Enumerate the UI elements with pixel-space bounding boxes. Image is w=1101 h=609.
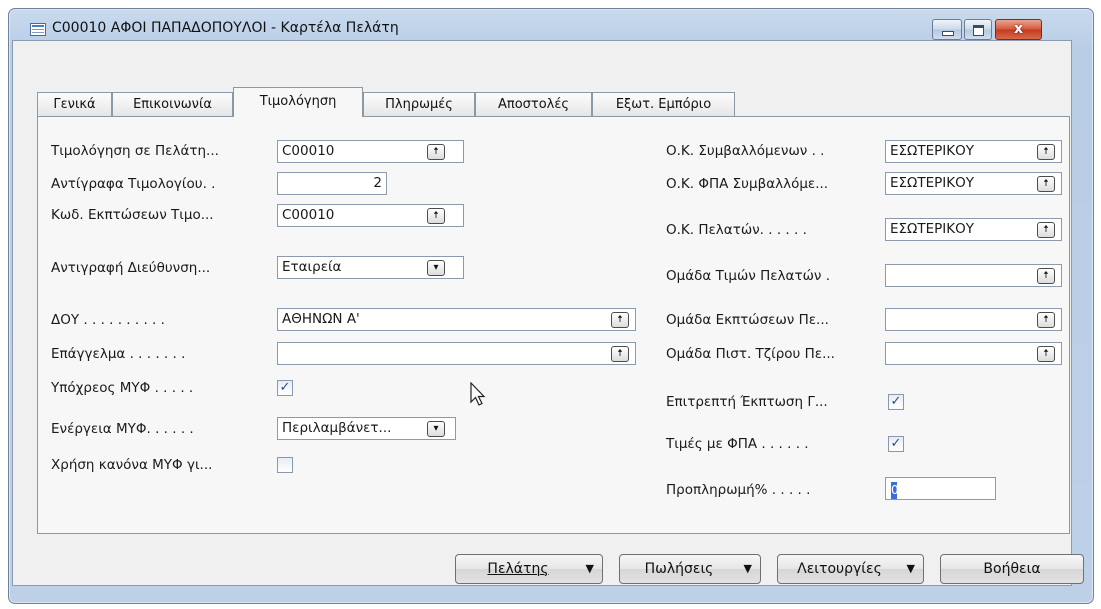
sales-button-label: Πωλήσεις xyxy=(644,561,714,577)
gen-bus-posting-label: Ο.Κ. Συμβαλλόμενων . . xyxy=(666,143,825,159)
down-arrow-icon: ▾ xyxy=(433,262,439,273)
disc-group-label: Ομάδα Εκπτώσεων Πε... xyxy=(666,312,829,328)
tab-invoicing[interactable]: Τιμολόγηση xyxy=(233,87,363,117)
up-arrow-icon: 🠅 xyxy=(617,314,623,325)
up-arrow-icon: 🠅 xyxy=(1043,314,1049,325)
checkmark-icon: ✓ xyxy=(279,380,291,395)
minimize-button[interactable] xyxy=(932,19,962,40)
up-arrow-icon: 🠅 xyxy=(433,146,439,157)
allow-line-disc-label: Επιτρεπτή Έκπτωση Γ... xyxy=(666,394,828,410)
gen-bus-posting-field[interactable]: ΕΣΩΤΕΡΙΚΟΥ xyxy=(885,140,1062,163)
vat-action-label: Ενέργεια ΜΥΦ. . . . . . xyxy=(51,421,194,437)
vat-rule-label: Χρήση κανόνα ΜΥΦ γι... xyxy=(51,457,213,473)
help-button-label: Βοήθεια xyxy=(983,561,1041,577)
up-arrow-icon: 🠅 xyxy=(1043,224,1049,235)
credit-group-label: Ομάδα Πιστ. Τζίρου Πε... xyxy=(666,346,835,362)
disc-group-lookup-button[interactable]: 🠅 xyxy=(1037,312,1055,328)
invoice-disc-code-label: Κωδ. Εκπτώσεων Τιμο... xyxy=(51,207,214,223)
vat-bus-posting-label: Ο.Κ. ΦΠΑ Συμβαλλόμε... xyxy=(666,176,829,192)
profession-field[interactable] xyxy=(277,342,636,365)
credit-group-field[interactable] xyxy=(885,342,1062,365)
credit-group-lookup-button[interactable]: 🠅 xyxy=(1037,346,1055,362)
tax-office-field[interactable]: ΑΘΗΝΩΝ Α' xyxy=(277,308,636,331)
gen-bus-posting-lookup-button[interactable]: 🠅 xyxy=(1037,144,1055,160)
prepayment-label: Προπληρωμή% . . . . . xyxy=(666,482,811,498)
price-group-field[interactable] xyxy=(885,264,1062,287)
up-arrow-icon: 🠅 xyxy=(1043,348,1049,359)
prepayment-value-selection[interactable]: 0 xyxy=(891,482,899,499)
vat-rule-checkbox[interactable] xyxy=(277,457,293,473)
down-arrow-icon: ▾ xyxy=(433,423,439,434)
invoice-copies-label: Αντίγραφα Τιμολογίου. . xyxy=(51,176,216,192)
vat-action-dropdown-button[interactable]: ▾ xyxy=(427,421,445,437)
customer-posting-label: Ο.Κ. Πελατών. . . . . . xyxy=(666,222,807,238)
mouse-pointer-icon xyxy=(470,382,486,406)
maximize-button[interactable] xyxy=(964,19,992,40)
prices-incl-vat-label: Τιμές με ΦΠΑ . . . . . . xyxy=(666,436,809,452)
invoice-disc-lookup-button[interactable]: 🠅 xyxy=(427,208,445,224)
vat-liable-label: Υπόχρεος ΜΥΦ . . . . . xyxy=(51,380,194,396)
tax-office-lookup-button[interactable]: 🠅 xyxy=(611,312,629,328)
up-arrow-icon: 🠅 xyxy=(1043,178,1049,189)
copy-address-dropdown-button[interactable]: ▾ xyxy=(427,260,445,276)
tab-payments[interactable]: Πληρωμές xyxy=(363,92,475,117)
up-arrow-icon: 🠅 xyxy=(617,348,623,359)
price-group-lookup-button[interactable]: 🠅 xyxy=(1037,268,1055,284)
invoice-copies-field[interactable]: 2 xyxy=(277,172,387,195)
tab-general[interactable]: Γενικά xyxy=(37,92,112,117)
vat-bus-posting-field[interactable]: ΕΣΩΤΕΡΙΚΟΥ xyxy=(885,172,1062,195)
customer-button-label: Πελάτης xyxy=(487,561,549,577)
bill-to-lookup-button[interactable]: 🠅 xyxy=(427,144,445,160)
vat-liable-checkbox[interactable]: ✓ xyxy=(277,380,293,396)
checkmark-icon: ✓ xyxy=(890,436,902,451)
customer-posting-field[interactable]: ΕΣΩΤΕΡΙΚΟΥ xyxy=(885,218,1062,241)
up-arrow-icon: 🠅 xyxy=(1043,270,1049,281)
prices-incl-vat-checkbox[interactable]: ✓ xyxy=(888,436,904,452)
prepayment-field[interactable] xyxy=(885,477,996,500)
chevron-down-icon: ▼ xyxy=(906,562,915,575)
sales-menu-button[interactable]: Πωλήσεις ▼ xyxy=(619,554,761,584)
vat-bus-posting-lookup-button[interactable]: 🠅 xyxy=(1037,176,1055,192)
customer-menu-button[interactable]: Πελάτης ▼ xyxy=(455,554,603,584)
functions-menu-button[interactable]: Λειτουργίες ▼ xyxy=(777,554,924,584)
chevron-down-icon: ▼ xyxy=(743,562,752,575)
tab-foreign-trade[interactable]: Εξωτ. Εμπόριο xyxy=(592,92,735,117)
tax-office-label: ΔΟΥ . . . . . . . . . . xyxy=(51,312,165,328)
disc-group-field[interactable] xyxy=(885,308,1062,331)
chevron-down-icon: ▼ xyxy=(585,562,594,575)
checkmark-icon: ✓ xyxy=(890,394,902,409)
bill-to-customer-label: Τιμολόγηση σε Πελάτη... xyxy=(51,143,219,159)
up-arrow-icon: 🠅 xyxy=(1043,146,1049,157)
copy-address-label: Αντιγραφή Διεύθυνση... xyxy=(51,260,211,276)
tab-shipping[interactable]: Αποστολές xyxy=(475,92,592,117)
help-button[interactable]: Βοήθεια xyxy=(940,554,1084,584)
functions-button-label: Λειτουργίες xyxy=(797,561,882,577)
close-button[interactable]: x xyxy=(995,19,1042,40)
allow-line-disc-checkbox[interactable]: ✓ xyxy=(888,394,904,410)
profession-lookup-button[interactable]: 🠅 xyxy=(611,346,629,362)
window-title: C00010 ΑΦΟΙ ΠΑΠΑΔΟΠΟΥΛΟΙ - Καρτέλα Πελάτ… xyxy=(52,20,399,36)
customer-posting-lookup-button[interactable]: 🠅 xyxy=(1037,222,1055,238)
close-icon: x xyxy=(1013,21,1024,37)
form-icon xyxy=(30,23,46,36)
tab-communication[interactable]: Επικοινωνία xyxy=(112,92,233,117)
profession-label: Επάγγελμα . . . . . . . xyxy=(51,346,186,362)
up-arrow-icon: 🠅 xyxy=(433,210,439,221)
price-group-label: Ομάδα Τιμών Πελατών . xyxy=(666,268,830,284)
